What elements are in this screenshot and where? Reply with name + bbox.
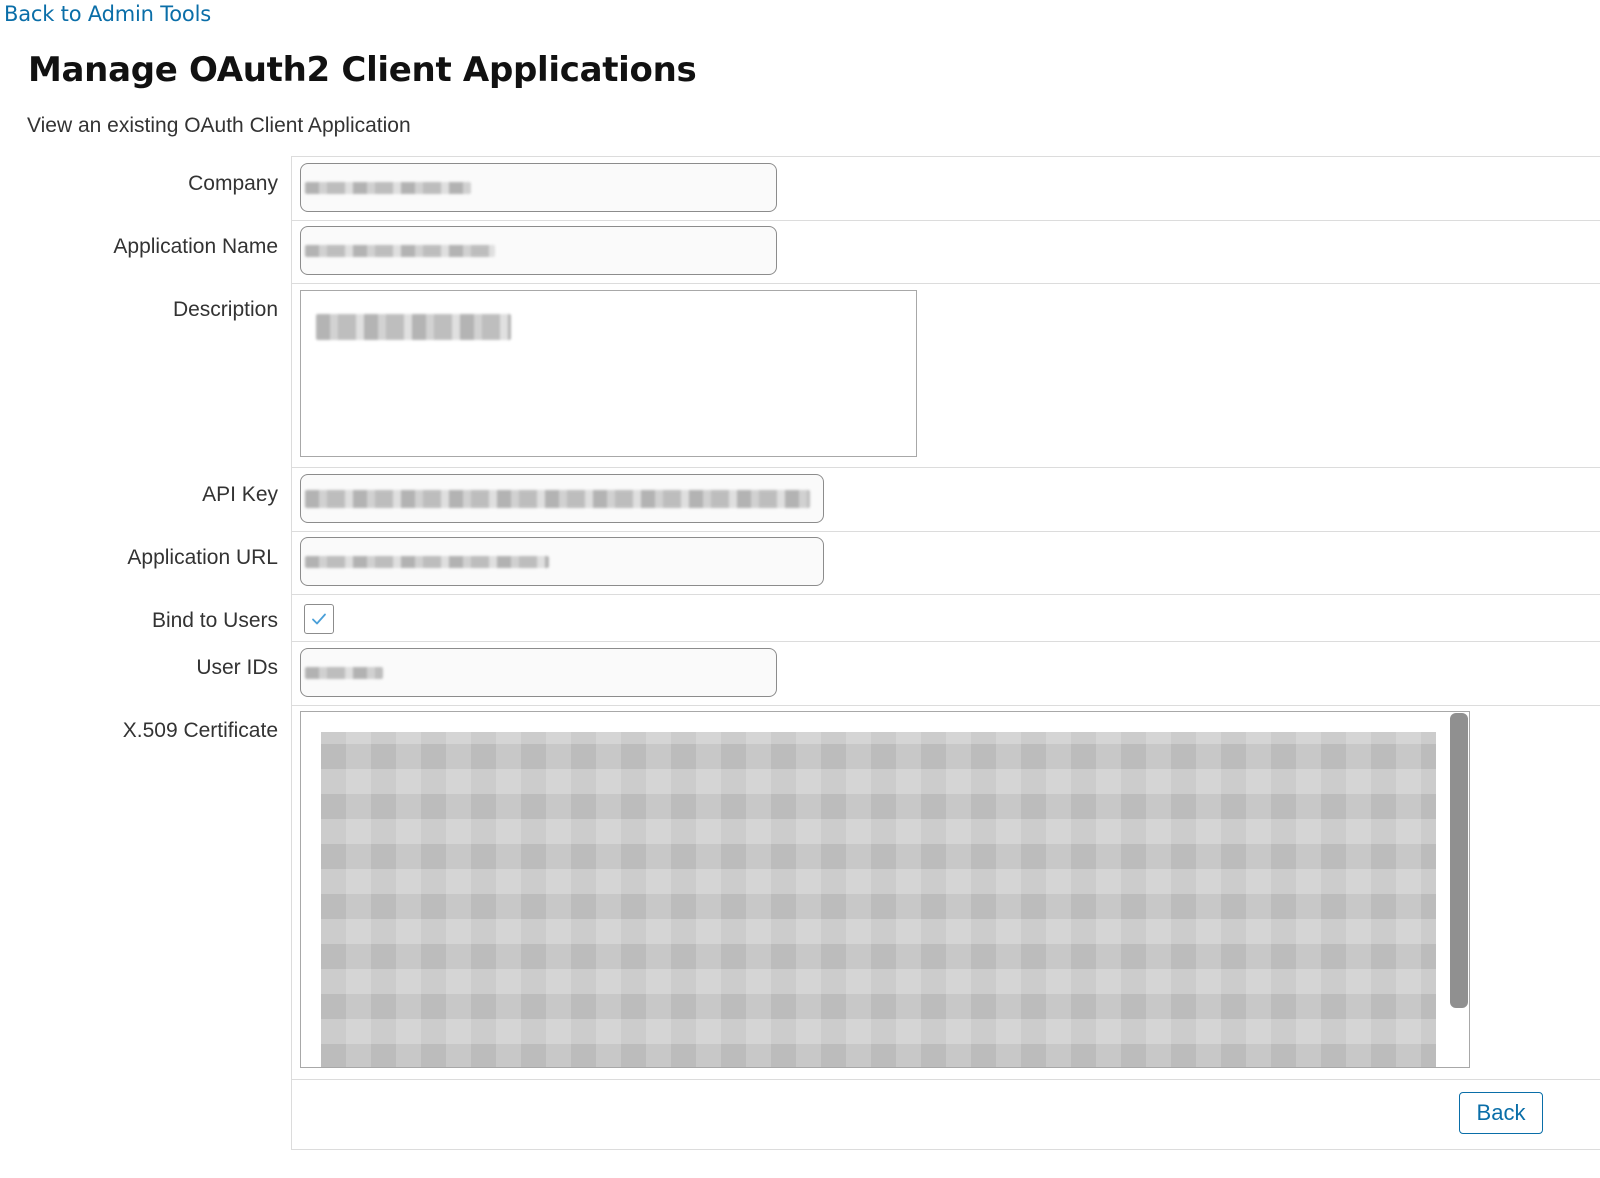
company-label: Company: [188, 172, 278, 195]
description-textarea[interactable]: [300, 290, 917, 457]
back-button[interactable]: Back: [1459, 1092, 1543, 1134]
row-divider: [291, 283, 1600, 284]
redacted-value: [316, 314, 511, 340]
page-title: Manage OAuth2 Client Applications: [28, 50, 697, 90]
check-icon: [312, 613, 326, 625]
redacted-value: [305, 181, 471, 194]
row-divider: [291, 594, 1600, 595]
api-key-label: API Key: [202, 483, 278, 506]
certificate-scrollbar[interactable]: [1450, 713, 1468, 1008]
row-divider: [291, 1079, 1600, 1080]
redacted-value: [305, 555, 549, 568]
company-field[interactable]: [300, 163, 777, 212]
page-subtitle: View an existing OAuth Client Applicatio…: [27, 114, 411, 137]
row-divider: [291, 705, 1600, 706]
row-divider: [291, 220, 1600, 221]
api-key-field[interactable]: [300, 474, 824, 523]
application-name-field[interactable]: [300, 226, 777, 275]
redacted-value: [305, 489, 810, 508]
application-url-label: Application URL: [127, 546, 278, 569]
application-name-label: Application Name: [113, 235, 278, 258]
bind-to-users-label: Bind to Users: [151, 609, 278, 632]
redacted-certificate: [321, 732, 1436, 1067]
description-label: Description: [172, 298, 278, 321]
row-divider: [291, 641, 1600, 642]
user-ids-field[interactable]: [300, 648, 777, 697]
row-divider: [291, 531, 1600, 532]
application-url-field[interactable]: [300, 537, 824, 586]
certificate-textarea[interactable]: [300, 711, 1470, 1068]
back-to-admin-tools-link[interactable]: Back to Admin Tools: [4, 2, 211, 26]
row-divider: [291, 467, 1600, 468]
redacted-value: [305, 666, 383, 679]
redacted-value: [305, 244, 495, 257]
bind-to-users-checkbox[interactable]: [304, 604, 334, 634]
user-ids-label: User IDs: [196, 656, 278, 679]
certificate-label: X.509 Certificate: [122, 719, 278, 742]
